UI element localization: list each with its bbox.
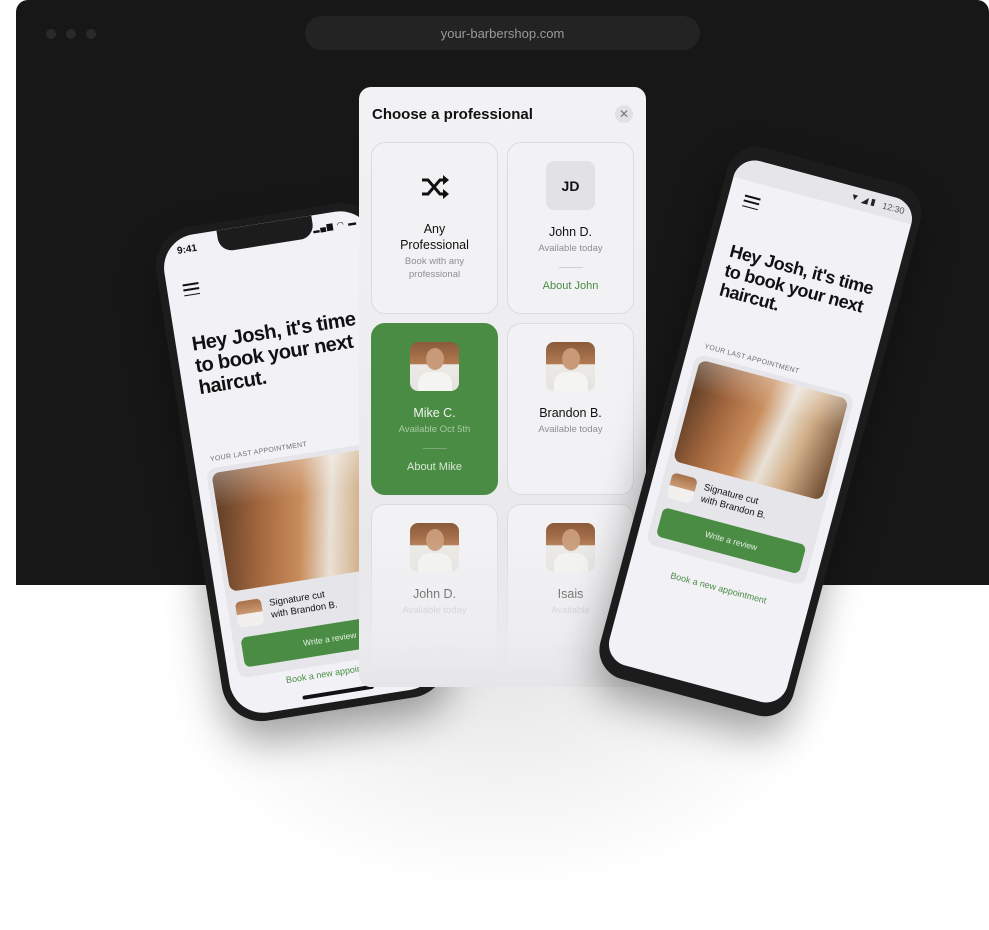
- professional-card-mike[interactable]: Mike C. Available Oct 5th About Mike: [371, 323, 498, 495]
- professional-grid: Any Professional Book with any professio…: [371, 142, 635, 676]
- professional-name: Any Professional: [400, 222, 469, 252]
- wifi-icon: ▼: [849, 191, 861, 203]
- card-divider: [422, 448, 447, 449]
- signal-icon: ◢: [860, 193, 870, 206]
- professional-card-john[interactable]: JD John D. Available today About John: [507, 142, 634, 314]
- professional-availability: Available today: [538, 424, 603, 435]
- avatar-initials: JD: [546, 161, 595, 210]
- window-dot-minimize[interactable]: [66, 29, 76, 39]
- choose-professional-modal: Choose a professional ✕ Any Professional…: [359, 87, 646, 687]
- window-dot-close[interactable]: [46, 29, 56, 39]
- professional-availability: Available Oct 5th: [398, 424, 471, 435]
- barber-avatar: [234, 598, 265, 628]
- professional-availability: Available today: [402, 605, 467, 616]
- battery-icon: ▬: [347, 217, 358, 228]
- wifi-icon: ◠: [336, 219, 346, 230]
- professional-availability: Available: [551, 605, 590, 616]
- avatar-photo: [546, 523, 595, 572]
- professional-name: John D.: [412, 587, 457, 601]
- url-bar[interactable]: your-barbershop.com: [305, 16, 700, 50]
- about-link[interactable]: About: [556, 645, 585, 657]
- menu-icon[interactable]: [182, 282, 201, 297]
- barber-avatar: [666, 472, 699, 505]
- appointment-details: Signature cut with Brandon B.: [699, 482, 770, 523]
- card-divider: [558, 267, 583, 268]
- professional-subtitle: Book with any professional: [404, 256, 465, 280]
- shuffle-icon: [415, 167, 455, 207]
- battery-icon: ▮: [869, 196, 877, 208]
- status-icons: ▼ ◢ ▮: [849, 191, 877, 208]
- about-link[interactable]: About John: [543, 280, 599, 292]
- greeting-heading: Hey Josh, it's time to book your next ha…: [190, 308, 358, 400]
- last-appointment-card: Signature cut with Brandon B. Write a re…: [645, 353, 855, 587]
- professional-name: Brandon B.: [539, 406, 602, 420]
- professional-name: Isais: [557, 587, 584, 601]
- about-link[interactable]: About Mike: [407, 461, 462, 473]
- status-time: 9:41: [176, 242, 198, 257]
- window-controls: [46, 29, 96, 39]
- modal-title: Choose a professional: [372, 106, 533, 123]
- professional-availability: Available today: [538, 243, 603, 254]
- menu-icon[interactable]: [742, 194, 761, 211]
- signal-icon: ▂▄▆: [312, 221, 335, 234]
- professional-card-any[interactable]: Any Professional Book with any professio…: [371, 142, 498, 314]
- avatar-photo: [410, 523, 459, 572]
- avatar-photo: [410, 342, 459, 391]
- close-icon[interactable]: ✕: [615, 105, 633, 123]
- greeting-heading: Hey Josh, it's time to book your next ha…: [717, 240, 876, 317]
- avatar-photo: [546, 342, 595, 391]
- about-link[interactable]: About John: [407, 645, 463, 657]
- professional-card-john-2[interactable]: John D. Available today About John: [371, 504, 498, 676]
- professional-name: John D.: [548, 225, 593, 239]
- professional-card-brandon[interactable]: Brandon B. Available today: [507, 323, 634, 495]
- appointment-details: Signature cut with Brandon B.: [269, 587, 339, 621]
- status-time: 12:30: [881, 200, 906, 217]
- window-dot-maximize[interactable]: [86, 29, 96, 39]
- professional-name: Mike C.: [413, 406, 456, 420]
- status-icons: ▂▄▆ ◠ ▬: [312, 218, 357, 234]
